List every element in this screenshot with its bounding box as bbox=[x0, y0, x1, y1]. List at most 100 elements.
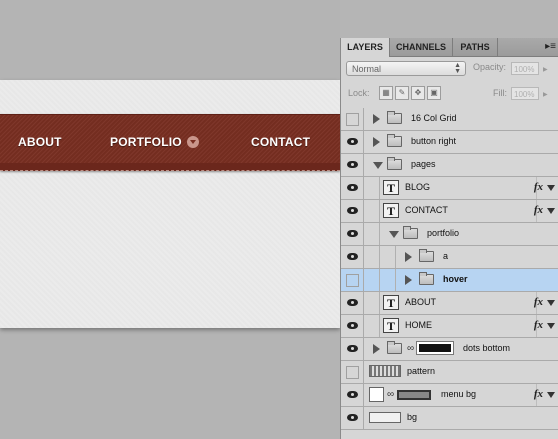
blend-mode-select[interactable]: Normal ▲ ▼ bbox=[346, 61, 466, 76]
layer-name: BLOG bbox=[405, 182, 431, 192]
document-canvas[interactable]: ABOUT PORTFOLIO CONTACT bbox=[0, 0, 340, 439]
eye-icon[interactable] bbox=[341, 292, 364, 314]
layer-name: hover bbox=[443, 274, 468, 284]
layer-name: menu bg bbox=[441, 389, 477, 399]
dropdown-caret-icon bbox=[186, 135, 199, 148]
expanded-triangle-icon[interactable] bbox=[373, 162, 383, 169]
folder-icon bbox=[419, 272, 434, 285]
layer-name: CONTACT bbox=[405, 205, 448, 215]
layer-name: ABOUT bbox=[405, 297, 437, 307]
layer-row[interactable]: T ABOUT fx bbox=[341, 292, 558, 315]
panel-tab-bar: LAYERS CHANNELS PATHS ▸≡ bbox=[341, 38, 558, 57]
layer-row[interactable]: bg bbox=[341, 407, 558, 430]
collapsed-triangle-icon[interactable] bbox=[405, 252, 412, 262]
layer-name: dots bottom bbox=[463, 343, 511, 353]
layer-name: 16 Col Grid bbox=[411, 113, 457, 123]
eye-icon[interactable] bbox=[341, 154, 364, 176]
layer-name: a bbox=[443, 251, 449, 261]
collapsed-triangle-icon[interactable] bbox=[373, 344, 380, 354]
eye-icon[interactable] bbox=[341, 338, 364, 360]
eye-glyph bbox=[347, 230, 358, 237]
eye-glyph bbox=[347, 207, 358, 214]
tab-channels[interactable]: CHANNELS bbox=[390, 38, 453, 56]
eye-icon[interactable] bbox=[341, 131, 364, 153]
folder-icon bbox=[387, 157, 402, 170]
text-layer-icon: T bbox=[383, 203, 399, 218]
layer-row[interactable]: button right bbox=[341, 131, 558, 154]
layer-effects-icon[interactable]: fx bbox=[534, 204, 543, 216]
visibility-toggle[interactable] bbox=[341, 361, 364, 383]
layer-name: pages bbox=[411, 159, 436, 169]
opacity-arrow-icon[interactable]: ▶ bbox=[543, 66, 548, 73]
eye-icon[interactable] bbox=[341, 177, 364, 199]
layer-row[interactable]: hover bbox=[341, 269, 558, 292]
layer-row[interactable]: ∞ dots bottom bbox=[341, 338, 558, 361]
eye-icon[interactable] bbox=[341, 384, 364, 406]
tab-layers[interactable]: LAYERS bbox=[341, 38, 390, 57]
folder-icon bbox=[419, 249, 434, 262]
indent-guide bbox=[395, 246, 396, 268]
opacity-field[interactable]: 100% bbox=[511, 62, 539, 75]
layer-row[interactable]: pages bbox=[341, 154, 558, 177]
eye-icon[interactable] bbox=[341, 407, 364, 429]
tab-paths[interactable]: PATHS bbox=[453, 38, 498, 56]
lock-transparent-icon[interactable]: ▦ bbox=[379, 86, 393, 100]
layer-name: HOME bbox=[405, 320, 432, 330]
layer-effects-icon[interactable]: fx bbox=[534, 319, 543, 331]
panel-menu-icon[interactable]: ▸≡ bbox=[545, 41, 556, 52]
effects-expand-icon[interactable] bbox=[547, 392, 555, 398]
collapsed-triangle-icon[interactable] bbox=[373, 114, 380, 124]
link-icon[interactable]: ∞ bbox=[407, 343, 414, 354]
layer-row[interactable]: pattern bbox=[341, 361, 558, 384]
fill-field[interactable]: 100% bbox=[511, 87, 539, 100]
eye-glyph bbox=[347, 161, 358, 168]
fill-arrow-icon[interactable]: ▶ bbox=[543, 91, 548, 98]
eye-icon[interactable] bbox=[341, 246, 364, 268]
opacity-label: Opacity: bbox=[473, 62, 507, 72]
layer-row[interactable]: T CONTACT fx bbox=[341, 200, 558, 223]
layer-name: pattern bbox=[407, 366, 436, 376]
vector-mask-thumbnail[interactable] bbox=[397, 390, 431, 400]
collapsed-triangle-icon[interactable] bbox=[405, 275, 412, 285]
menu-item-about[interactable]: ABOUT bbox=[18, 135, 62, 149]
visibility-toggle[interactable] bbox=[341, 108, 364, 130]
layer-row[interactable]: 16 Col Grid bbox=[341, 108, 558, 131]
layer-row[interactable]: ∞ menu bg fx bbox=[341, 384, 558, 407]
folder-icon bbox=[387, 341, 402, 354]
layer-row[interactable]: a bbox=[341, 246, 558, 269]
eye-glyph bbox=[347, 322, 358, 329]
visibility-toggle[interactable] bbox=[341, 269, 364, 291]
lock-move-icon[interactable]: ✥ bbox=[411, 86, 425, 100]
expanded-triangle-icon[interactable] bbox=[389, 231, 399, 238]
layer-effects-icon[interactable]: fx bbox=[534, 181, 543, 193]
indent-guide bbox=[379, 200, 380, 222]
eye-glyph bbox=[347, 299, 358, 306]
mask-thumbnail[interactable] bbox=[416, 341, 454, 355]
layer-effects-icon[interactable]: fx bbox=[534, 296, 543, 308]
indent-guide bbox=[379, 246, 380, 268]
folder-icon bbox=[403, 226, 418, 239]
effects-expand-icon[interactable] bbox=[547, 323, 555, 329]
lock-all-icon[interactable]: ▣ bbox=[427, 86, 441, 100]
web-page-mockup: ABOUT PORTFOLIO CONTACT bbox=[0, 80, 340, 328]
effects-expand-icon[interactable] bbox=[547, 208, 555, 214]
dots-bottom-line bbox=[0, 170, 340, 171]
pattern-thumbnail bbox=[369, 365, 401, 377]
eye-icon[interactable] bbox=[341, 315, 364, 337]
layers-panel: LAYERS CHANNELS PATHS ▸≡ Normal ▲ ▼ Opaci… bbox=[340, 38, 558, 439]
layers-list: 16 Col Grid button right pages T BLOG fx T CONT… bbox=[341, 108, 558, 430]
menu-item-portfolio[interactable]: PORTFOLIO bbox=[110, 135, 199, 149]
layer-row[interactable]: portfolio bbox=[341, 223, 558, 246]
menu-item-contact[interactable]: CONTACT bbox=[251, 135, 310, 149]
eye-icon[interactable] bbox=[341, 200, 364, 222]
indent-guide bbox=[379, 223, 380, 245]
layer-row[interactable]: T HOME fx bbox=[341, 315, 558, 338]
effects-expand-icon[interactable] bbox=[547, 300, 555, 306]
collapsed-triangle-icon[interactable] bbox=[373, 137, 380, 147]
layer-effects-icon[interactable]: fx bbox=[534, 388, 543, 400]
effects-expand-icon[interactable] bbox=[547, 185, 555, 191]
link-icon[interactable]: ∞ bbox=[387, 389, 394, 400]
lock-paint-icon[interactable]: ✎ bbox=[395, 86, 409, 100]
layer-row[interactable]: T BLOG fx bbox=[341, 177, 558, 200]
eye-icon[interactable] bbox=[341, 223, 364, 245]
